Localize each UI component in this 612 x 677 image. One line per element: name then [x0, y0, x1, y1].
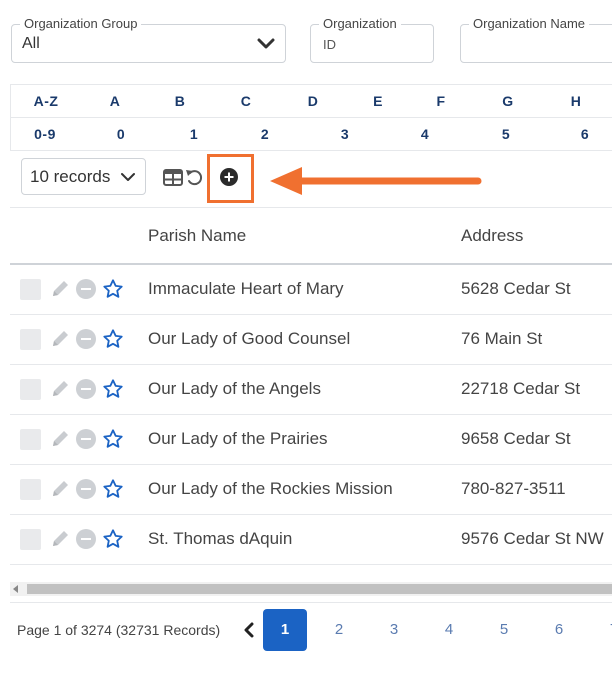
table-row[interactable]: Our Lady of the Angels 22718 Cedar St	[10, 365, 612, 415]
address-cell: 9576 Cedar St NW	[461, 529, 604, 548]
alpha-filter-c[interactable]: C	[241, 93, 252, 109]
alpha-filter-e[interactable]: E	[373, 93, 383, 109]
pencil-icon[interactable]	[49, 478, 71, 500]
organization-id-placeholder: ID	[323, 37, 336, 52]
table-row[interactable]: Immaculate Heart of Mary 5628 Cedar St	[10, 265, 612, 315]
records-per-page-select[interactable]: 10 records	[21, 158, 146, 195]
page-button-1[interactable]: 1	[263, 609, 307, 651]
page-button-5[interactable]: 5	[482, 609, 526, 651]
alpha-filter: A-Z A B C D E F G H 0-9 0 1 2 3 4 5 6	[10, 84, 612, 151]
pagination: Page 1 of 3274 (32731 Records) 1 2 3 4 5…	[10, 602, 612, 670]
alpha-filter-b[interactable]: B	[175, 93, 186, 109]
star-icon[interactable]	[102, 278, 124, 300]
remove-icon[interactable]	[76, 379, 96, 399]
star-icon[interactable]	[102, 528, 124, 550]
organization-label: Organization	[319, 16, 401, 31]
star-icon[interactable]	[102, 328, 124, 350]
alpha-filter-f[interactable]: F	[436, 93, 445, 109]
row-checkbox[interactable]	[20, 529, 41, 550]
alpha-filter-5[interactable]: 5	[502, 126, 510, 142]
star-icon[interactable]	[102, 428, 124, 450]
row-checkbox[interactable]	[20, 329, 41, 350]
pencil-icon[interactable]	[49, 278, 71, 300]
alpha-filter-a[interactable]: A	[110, 93, 121, 109]
row-checkbox[interactable]	[20, 429, 41, 450]
organization-group-value: All	[22, 35, 40, 52]
records-per-page-value: 10 records	[30, 167, 111, 186]
chevron-down-icon	[121, 173, 135, 181]
add-button-highlight	[207, 154, 254, 203]
alpha-filter-2[interactable]: 2	[261, 126, 269, 142]
table-row[interactable]: Our Lady of the Rockies Mission 780-827-3…	[10, 465, 612, 515]
organization-id-field[interactable]: Organization ID	[310, 16, 434, 63]
parish-name-cell[interactable]: Immaculate Heart of Mary	[148, 279, 344, 299]
alpha-row-digits: 0-9 0 1 2 3 4 5 6	[11, 118, 612, 151]
column-header-parish-name[interactable]: Parish Name	[148, 226, 246, 246]
alpha-filter-4[interactable]: 4	[421, 126, 429, 142]
organization-name-field[interactable]: Organization Name	[460, 16, 612, 63]
alpha-filter-3[interactable]: 3	[341, 126, 349, 142]
row-checkbox[interactable]	[20, 479, 41, 500]
parish-name-cell[interactable]: Our Lady of the Rockies Mission	[148, 479, 393, 499]
remove-icon[interactable]	[76, 429, 96, 449]
star-icon[interactable]	[102, 478, 124, 500]
row-checkbox[interactable]	[20, 279, 41, 300]
alpha-filter-6[interactable]: 6	[581, 126, 589, 142]
star-icon[interactable]	[102, 378, 124, 400]
scroll-left-icon[interactable]	[13, 585, 18, 593]
address-cell: 5628 Cedar St	[461, 279, 571, 298]
address-cell: 22718 Cedar St	[461, 379, 581, 398]
organization-name-label: Organization Name	[469, 16, 589, 31]
pagination-info: Page 1 of 3274 (32731 Records)	[17, 622, 221, 638]
alpha-filter-0-9[interactable]: 0-9	[34, 126, 56, 142]
alpha-filter-0[interactable]: 0	[117, 126, 125, 142]
arrow-left-icon	[270, 167, 482, 195]
table-body: Immaculate Heart of Mary 5628 Cedar St Our…	[10, 265, 612, 565]
scrollbar-thumb[interactable]	[27, 584, 612, 594]
parish-name-cell[interactable]: Our Lady of the Prairies	[148, 429, 328, 449]
undo-icon[interactable]	[184, 167, 204, 187]
pencil-icon[interactable]	[49, 428, 71, 450]
alpha-filter-1[interactable]: 1	[190, 126, 198, 142]
page-button-6[interactable]: 6	[537, 609, 581, 651]
alpha-filter-a-z[interactable]: A-Z	[34, 93, 59, 109]
table-icon[interactable]	[163, 169, 183, 186]
remove-icon[interactable]	[76, 279, 96, 299]
parish-name-cell[interactable]: Our Lady of the Angels	[148, 379, 321, 399]
address-cell: 780-827-3511	[461, 479, 566, 498]
chevron-left-icon[interactable]	[243, 622, 255, 638]
parish-name-cell[interactable]: Our Lady of Good Counsel	[148, 329, 350, 349]
page-button-2[interactable]: 2	[317, 609, 361, 651]
address-cell: 9658 Cedar St	[461, 429, 571, 448]
column-header-address[interactable]: Address	[461, 226, 523, 246]
table-row[interactable]: St. Thomas dAquin 9576 Cedar St NW	[10, 515, 612, 565]
table-row[interactable]: Our Lady of Good Counsel 76 Main St	[10, 315, 612, 365]
page-button-3[interactable]: 3	[372, 609, 416, 651]
remove-icon[interactable]	[76, 479, 96, 499]
pencil-icon[interactable]	[49, 328, 71, 350]
address-cell: 76 Main St	[461, 329, 543, 348]
alpha-filter-g[interactable]: G	[502, 93, 513, 109]
table-row[interactable]: Our Lady of the Prairies 9658 Cedar St	[10, 415, 612, 465]
table-header: Parish Name Address	[10, 207, 612, 265]
alpha-filter-h[interactable]: H	[571, 93, 582, 109]
alpha-filter-d[interactable]: D	[308, 93, 319, 109]
chevron-down-icon	[257, 38, 275, 49]
pencil-icon[interactable]	[49, 528, 71, 550]
alpha-row-letters: A-Z A B C D E F G H	[11, 85, 612, 118]
remove-icon[interactable]	[76, 329, 96, 349]
horizontal-scrollbar[interactable]	[10, 582, 612, 596]
organization-group-label: Organization Group	[20, 16, 142, 31]
pencil-icon[interactable]	[49, 378, 71, 400]
parish-name-cell[interactable]: St. Thomas dAquin	[148, 529, 292, 549]
page-button-4[interactable]: 4	[427, 609, 471, 651]
remove-icon[interactable]	[76, 529, 96, 549]
page-button-7[interactable]: 7	[592, 609, 612, 651]
organization-group-select[interactable]: Organization Group All	[11, 16, 286, 63]
row-checkbox[interactable]	[20, 379, 41, 400]
parish-table: Parish Name Address Immaculate Heart of …	[10, 207, 612, 565]
